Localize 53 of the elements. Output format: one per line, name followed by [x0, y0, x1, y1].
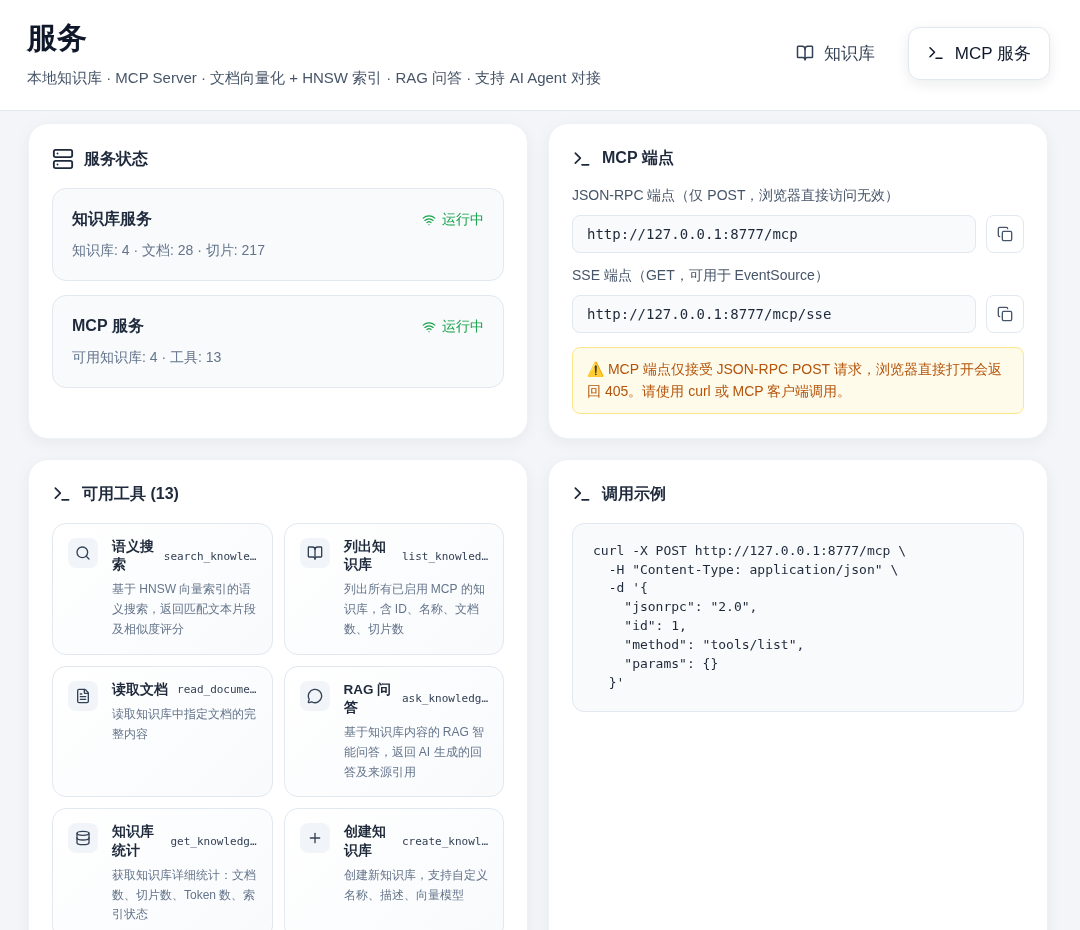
service-status: 运行中: [442, 317, 484, 336]
tool-id: read_docume…: [177, 683, 257, 697]
tool-name: 语义搜索: [112, 537, 155, 574]
nav-tab[interactable]: MCP 服务: [907, 26, 1050, 80]
document-icon: [68, 680, 98, 711]
copy-button[interactable]: [986, 295, 1024, 333]
plus-icon: [299, 823, 330, 854]
tool-description: 获取知识库详细统计：文档数、切片数、Token 数、索引状态: [112, 866, 257, 924]
endpoint-url-field[interactable]: http://127.0.0.1:8777/mcp/sse: [572, 295, 976, 333]
tool-description: 列出所有已启用 MCP 的知识库，含 ID、名称、文档数、切片数: [343, 581, 486, 638]
search-icon: [68, 537, 98, 568]
nav-tab[interactable]: 知识库: [776, 26, 894, 80]
code-block: curl -X POST http://127.0.0.1:8777/mcp \ -H "Content-Type: application/json" \ -d '{ "jsonrpc": "2.0", "id": 1, "method": "tools/list", "params": {} }': [572, 522, 1024, 712]
endpoint-url-field[interactable]: http://127.0.0.1:8777/mcp: [572, 215, 976, 253]
card-title: 调用示例: [602, 483, 666, 504]
service-detail: 可用知识库: 4 · 工具: 13: [72, 349, 223, 367]
wifi-icon: [422, 319, 436, 334]
service-name: 知识库服务: [72, 209, 152, 229]
service-status: 运行中: [442, 210, 484, 229]
tool-description: 基于知识库内容的 RAG 智能问答，返回 AI 生成的回答及来源引用: [343, 724, 486, 781]
tool-id: get_knowledg…: [170, 835, 257, 849]
tool-name: 创建知识库: [343, 823, 387, 860]
service-detail: 知识库: 4 · 文档: 28 · 切片: 217: [72, 242, 266, 260]
service-name: MCP 服务: [72, 316, 144, 336]
tool-name: RAG 问答: [343, 680, 393, 717]
card-title: MCP 端点: [602, 148, 674, 168]
card-title: 可用工具 (13): [82, 483, 179, 504]
copy-icon: [997, 306, 1013, 322]
endpoint-label: JSON-RPC 端点（仅 POST，浏览器直接访问无效）: [572, 187, 901, 205]
page-subtitle: 本地知识库 · MCP Server · 文档向量化 + HNSW 索引 · RAG 问答 · 支持 AI Agent 对接: [27, 69, 601, 88]
warning-message: ⚠ MCP 端点仅接受 JSON-RPC POST 请求，浏览器直接打开会返回 405。请使用 curl 或 MCP 客户端调用。: [572, 347, 1024, 414]
tool-description: 创建新知识库，支持自定义名称、描述、向量模型: [343, 866, 488, 904]
book-icon: [299, 537, 330, 568]
book-icon: [795, 44, 814, 62]
terminal-icon: [926, 44, 945, 62]
page-title: 服务: [27, 20, 88, 56]
tool-name: 知识库统计: [112, 823, 155, 860]
tool-id: ask_knowledg…: [401, 692, 488, 706]
server-icon: [52, 148, 74, 170]
wifi-icon: [422, 212, 436, 227]
endpoint-label: SSE 端点（GET，可用于 EventSource）: [572, 267, 830, 285]
tool-name: 读取文档: [112, 680, 169, 699]
tool-name: 列出知识库: [343, 537, 387, 574]
copy-icon: [997, 226, 1013, 242]
chat-bubble-icon: [299, 680, 330, 711]
tool-description: 读取知识库中指定文档的完整内容: [112, 705, 257, 743]
tool-id: search_knowle…: [163, 549, 257, 563]
database-icon: [68, 823, 98, 854]
tool-description: 基于 HNSW 向量索引的语义搜索，返回匹配文本片段及相似度评分: [112, 581, 257, 638]
tool-id: list_knowled…: [401, 549, 488, 563]
card-title: 服务状态: [84, 148, 148, 169]
tool-id: create_knowl…: [401, 835, 488, 849]
copy-button[interactable]: [986, 215, 1024, 253]
